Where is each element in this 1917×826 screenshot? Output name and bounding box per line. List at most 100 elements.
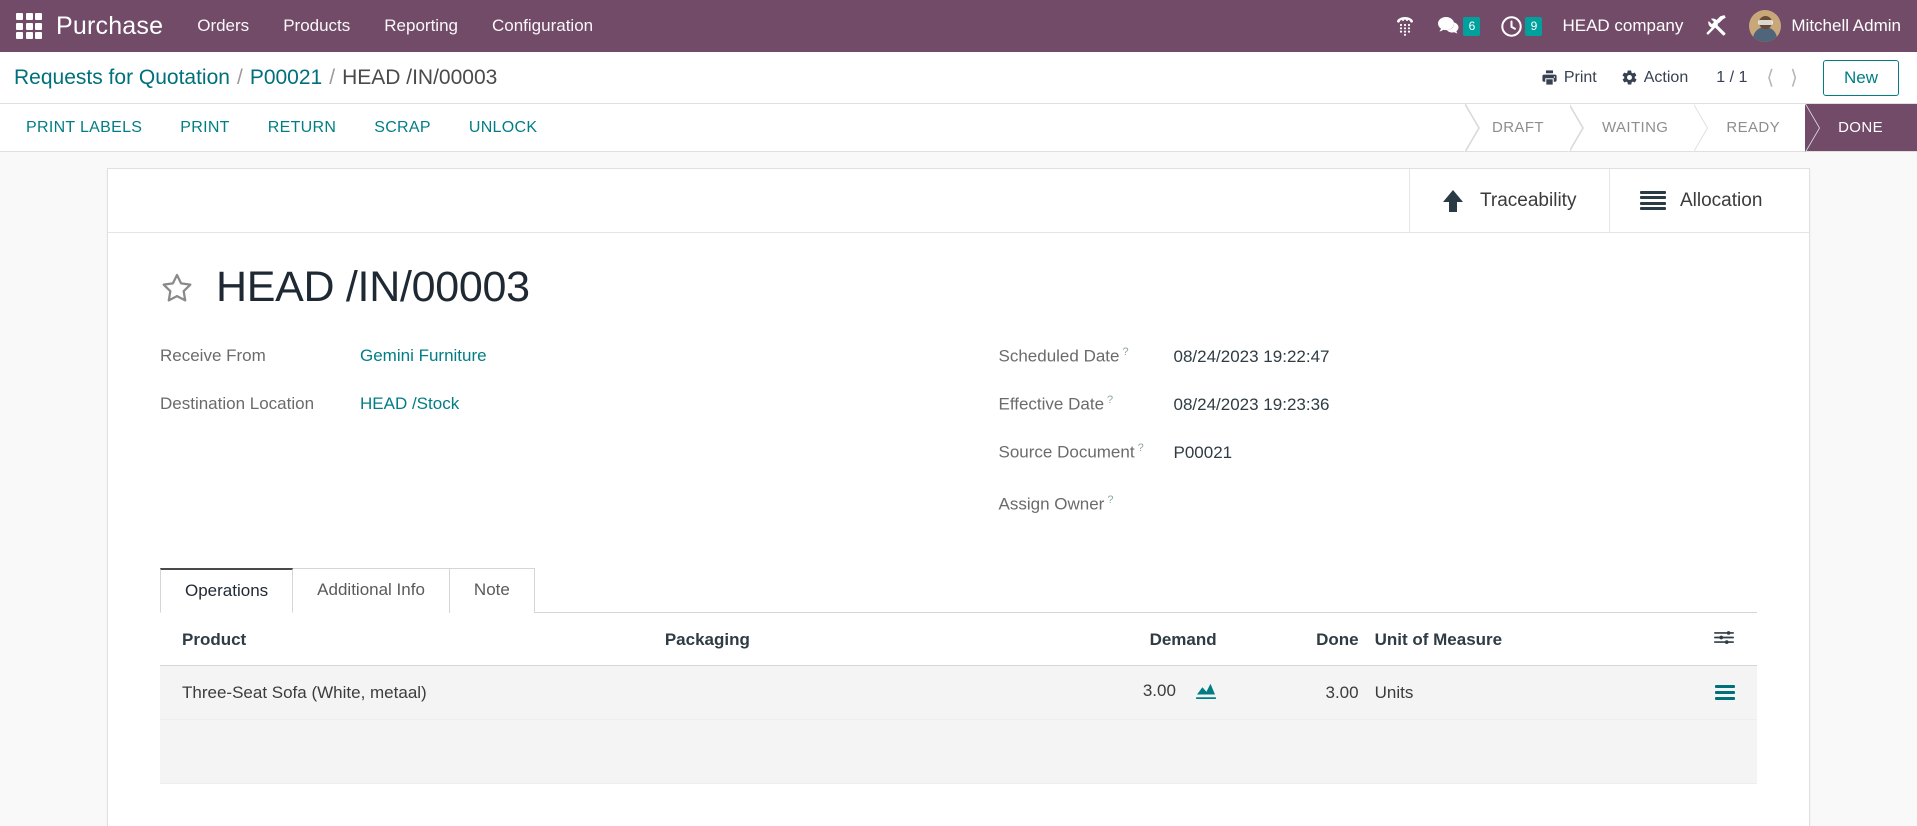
arrow-up-icon [1440,188,1466,214]
field-value-source-document[interactable]: P00021 [1174,443,1233,463]
page-title: HEAD /IN/00003 [216,263,530,311]
column-settings-header[interactable] [1674,613,1757,666]
breadcrumb-parent[interactable]: P00021 [250,66,322,90]
field-value-scheduled-date[interactable]: 08/24/2023 19:22:47 [1174,347,1330,367]
forecast-chart-icon[interactable] [1195,681,1217,704]
main-menu: Orders Products Reporting Configuration [197,16,593,36]
status-done[interactable]: DONE [1804,104,1917,152]
cell-packaging[interactable] [656,665,1012,720]
menu-item-configuration[interactable]: Configuration [492,16,593,36]
activities-counter[interactable]: 9 [1500,15,1543,38]
form-sheet: Traceability Allocation HEAD /IN/00003 R… [107,168,1810,826]
table-row[interactable]: Three-Seat Sofa (White, metaal) 3.00 3.0… [160,665,1757,720]
messages-counter[interactable]: 6 [1437,15,1481,37]
cell-row-actions [1674,665,1757,720]
print-label: Print [1563,68,1597,86]
notebook: Operations Additional Info Note Product … [108,568,1809,784]
field-value-assign-owner[interactable] [1174,490,1294,510]
user-menu[interactable]: Mitchell Admin [1749,10,1901,42]
field-destination-location: Destination Location HEAD /Stock [160,394,959,420]
empty-cell-actions [1674,719,1757,784]
activities-badge: 9 [1525,16,1543,36]
phone-dialpad-icon[interactable] [1393,14,1417,38]
source-document-text: Source Document [998,442,1135,462]
return-button[interactable]: RETURN [266,115,338,141]
fields-grid: Receive From Gemini Furniture Destinatio… [160,346,1757,538]
new-button[interactable]: New [1822,59,1899,96]
print-labels-button[interactable]: PRINT LABELS [24,115,144,141]
messages-icon [1438,17,1459,34]
print-button[interactable]: Print [1529,64,1609,92]
field-label-source-document: Source Document? [999,442,1174,463]
chevron-right-icon[interactable]: ⟩ [1783,68,1805,88]
tab-note[interactable]: Note [448,568,535,613]
print-action-button[interactable]: PRINT [178,115,232,141]
app-name[interactable]: Purchase [56,12,163,41]
tab-additional-info[interactable]: Additional Info [292,568,450,613]
company-switcher[interactable]: HEAD company [1562,16,1683,36]
cell-product[interactable]: Three-Seat Sofa (White, metaal) [160,665,657,720]
top-navbar: Purchase Orders Products Reporting Confi… [0,0,1917,52]
column-header-unit-of-measure[interactable]: Unit of Measure [1366,613,1675,666]
cell-demand[interactable]: 3.00 [1011,665,1225,720]
status-waiting[interactable]: WAITING [1568,104,1695,152]
pager-count: 1 / 1 [1716,68,1748,86]
clock-activities-icon [1501,15,1523,37]
help-icon-effective-date[interactable]: ? [1107,394,1113,406]
messages-badge: 6 [1463,16,1481,36]
field-value-effective-date[interactable]: 08/24/2023 19:23:36 [1174,395,1330,415]
table-header: Product Packaging Demand Done Unit of Me… [160,613,1757,666]
empty-cell-product [160,719,657,784]
field-value-destination-location[interactable]: HEAD /Stock [360,394,459,414]
column-header-done[interactable]: Done [1224,613,1367,666]
cell-demand-value: 3.00 [1142,681,1176,700]
star-outline-icon[interactable] [160,271,194,305]
traceability-stat-button[interactable]: Traceability [1409,169,1609,232]
field-receive-from: Receive From Gemini Furniture [160,346,959,372]
menu-item-products[interactable]: Products [283,16,350,36]
help-icon-scheduled-date[interactable]: ? [1122,346,1128,358]
status-draft[interactable]: DRAFT [1464,104,1570,152]
empty-cell-uom [1366,719,1675,784]
title-row: HEAD /IN/00003 [160,263,1757,312]
help-icon-source-document[interactable]: ? [1138,442,1144,454]
column-header-product[interactable]: Product [160,613,657,666]
breadcrumb-root[interactable]: Requests for Quotation [14,66,230,90]
status-ready[interactable]: READY [1692,104,1807,152]
tab-operations[interactable]: Operations [160,568,294,613]
cell-unit-of-measure[interactable]: Units [1366,665,1675,720]
avatar [1749,10,1782,42]
navbar-right-group: 6 9 HEAD company Mitchell Admin [1393,10,1901,42]
empty-cell-packaging [656,719,1012,784]
action-button[interactable]: Action [1609,64,1700,92]
tools-debug-icon[interactable] [1703,13,1729,39]
column-header-packaging[interactable]: Packaging [656,613,1012,666]
cell-done[interactable]: 3.00 [1224,665,1367,720]
user-name: Mitchell Admin [1791,16,1901,35]
control-panel-actions: Print Action 1 / 1 ⟨ ⟩ New [1529,59,1899,96]
notebook-tabs: Operations Additional Info Note [160,568,1757,613]
field-assign-owner: Assign Owner? [999,490,1758,516]
allocation-label: Allocation [1680,189,1763,211]
column-settings-icon[interactable] [1713,631,1735,650]
pager: 1 / 1 ⟨ ⟩ [1716,68,1805,88]
chevron-left-icon[interactable]: ⟨ [1759,68,1781,88]
allocation-stat-button[interactable]: Allocation [1609,169,1809,232]
form-body: HEAD /IN/00003 Receive From Gemini Furni… [108,233,1809,538]
unlock-button[interactable]: UNLOCK [467,115,539,141]
action-label: Action [1643,68,1689,86]
column-header-demand[interactable]: Demand [1011,613,1225,666]
field-effective-date: Effective Date? 08/24/2023 19:23:36 [999,394,1758,420]
scrap-button[interactable]: SCRAP [372,115,433,141]
field-label-assign-owner: Assign Owner? [999,494,1174,515]
help-icon-assign-owner[interactable]: ? [1107,494,1113,506]
table-header-row: Product Packaging Demand Done Unit of Me… [160,613,1757,666]
apps-grid-icon[interactable] [16,13,42,39]
breadcrumb-separator-2: / [329,65,336,89]
breadcrumb: Requests for Quotation / P00021 / HEAD /… [14,66,497,90]
field-value-receive-from[interactable]: Gemini Furniture [360,346,487,366]
assign-owner-text: Assign Owner [998,495,1105,514]
detailed-operations-icon[interactable] [1682,685,1749,700]
menu-item-orders[interactable]: Orders [197,16,249,36]
menu-item-reporting[interactable]: Reporting [384,16,458,36]
